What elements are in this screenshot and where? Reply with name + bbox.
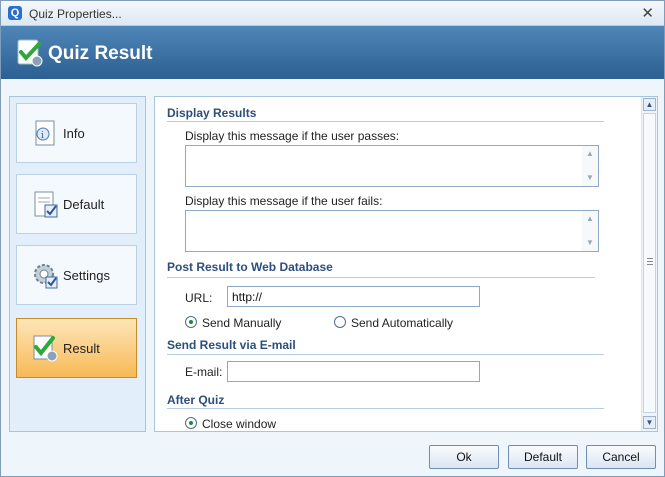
pass-message-label: Display this message if the user passes: — [185, 129, 400, 143]
email-label: E-mail: — [185, 365, 223, 379]
display-results-heading: Display Results — [167, 106, 257, 120]
fail-message-textarea[interactable]: ▲ ▼ — [185, 210, 599, 252]
send-automatically-radio[interactable] — [334, 316, 346, 328]
page-title: Quiz Result — [48, 43, 153, 64]
app-logo-icon: Q — [8, 6, 22, 20]
default-document-check-icon — [34, 191, 58, 218]
scroll-up-icon[interactable]: ▲ — [643, 98, 656, 111]
default-button[interactable]: Default — [508, 445, 578, 469]
url-input[interactable] — [227, 286, 480, 307]
sidebar-item-settings[interactable]: Settings — [16, 245, 137, 305]
email-input[interactable] — [227, 361, 480, 382]
sidebar-item-label: Info — [63, 126, 85, 141]
scrollbar-thumb[interactable] — [643, 113, 656, 413]
textarea-scrollbar[interactable]: ▲ ▼ — [582, 146, 598, 186]
close-window-radio[interactable] — [185, 417, 197, 429]
window-title: Quiz Properties... — [29, 7, 122, 21]
scroll-down-icon[interactable]: ▼ — [643, 416, 656, 429]
scroll-down-icon[interactable]: ▼ — [584, 237, 596, 249]
close-icon[interactable]: ✕ — [641, 4, 654, 22]
ok-button[interactable]: Ok — [429, 445, 499, 469]
sidebar-item-result[interactable]: Result — [16, 318, 137, 378]
svg-text:i: i — [41, 131, 44, 141]
result-check-icon — [17, 39, 43, 67]
divider — [167, 277, 595, 278]
sidebar: i Info Default Settings Result — [9, 96, 146, 432]
url-label: URL: — [185, 291, 213, 305]
info-document-icon: i — [35, 120, 55, 146]
close-window-label[interactable]: Close window — [202, 417, 276, 431]
sidebar-item-default[interactable]: Default — [16, 174, 137, 234]
after-quiz-heading: After Quiz — [167, 393, 225, 407]
sidebar-item-label: Settings — [63, 268, 110, 283]
cancel-button[interactable]: Cancel — [586, 445, 656, 469]
email-result-heading: Send Result via E-mail — [167, 338, 296, 352]
result-settings-panel: Display Results Display this message if … — [154, 96, 658, 432]
grip-icon — [647, 258, 653, 265]
sidebar-item-info[interactable]: i Info — [16, 103, 137, 163]
scroll-up-icon[interactable]: ▲ — [584, 148, 596, 160]
sidebar-item-label: Default — [63, 197, 105, 212]
send-manually-label[interactable]: Send Manually — [202, 316, 281, 330]
send-manually-radio[interactable] — [185, 316, 197, 328]
pass-message-textarea[interactable]: ▲ ▼ — [185, 145, 599, 187]
send-automatically-label[interactable]: Send Automatically — [351, 316, 453, 330]
result-check-icon — [33, 335, 58, 362]
sidebar-item-label: Result — [63, 341, 100, 356]
post-result-heading: Post Result to Web Database — [167, 260, 333, 274]
fail-message-label: Display this message if the user fails: — [185, 194, 383, 208]
divider — [167, 408, 604, 409]
textarea-scrollbar[interactable]: ▲ ▼ — [582, 211, 598, 251]
panel-scrollbar[interactable]: ▲ ▼ — [641, 97, 657, 431]
divider — [167, 354, 604, 355]
scroll-up-icon[interactable]: ▲ — [584, 213, 596, 225]
divider — [167, 121, 604, 122]
quiz-properties-window: Q Quiz Properties... ✕ Quiz Result i Inf… — [0, 0, 665, 477]
title-bar: Q Quiz Properties... ✕ — [1, 1, 664, 26]
scroll-down-icon[interactable]: ▼ — [584, 172, 596, 184]
page-header: Quiz Result — [1, 26, 664, 79]
settings-gear-icon — [34, 264, 58, 289]
